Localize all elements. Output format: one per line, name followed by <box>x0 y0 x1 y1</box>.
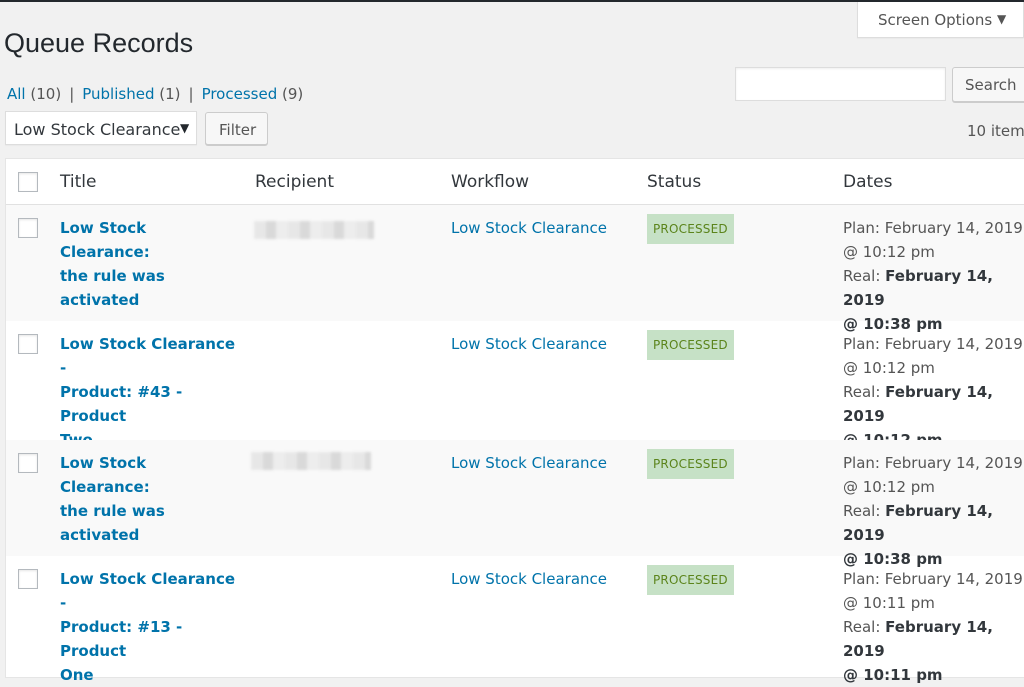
workflow-filter-select[interactable]: Low Stock Clearance ▼ <box>5 111 197 145</box>
view-all-link[interactable]: All (10) <box>7 85 61 103</box>
table-row: Low Stock Clearance: the rule was activat… <box>6 440 1024 568</box>
status-badge: PROCESSED <box>647 330 734 360</box>
record-title-link[interactable]: Low Stock Clearance - Product: #13 - Prod… <box>60 567 240 687</box>
select-all-checkbox[interactable] <box>18 172 38 192</box>
row-checkbox[interactable] <box>18 334 38 354</box>
table-row: Low Stock Clearance: the rule was activat… <box>6 205 1024 333</box>
screen-options-toggle[interactable]: Screen Options ▼ <box>857 2 1024 38</box>
caret-down-icon: ▼ <box>180 121 190 135</box>
record-title-link[interactable]: Low Stock Clearance: the rule was activat… <box>60 451 240 547</box>
status-badge: PROCESSED <box>647 449 734 479</box>
column-header-title[interactable]: Title <box>60 172 96 192</box>
column-header-workflow: Workflow <box>451 172 530 192</box>
filter-button[interactable]: Filter <box>205 112 268 145</box>
page-title: Queue Records <box>4 28 194 58</box>
items-count: 10 items <box>967 122 1024 140</box>
separator: | <box>69 85 75 103</box>
row-checkbox[interactable] <box>18 569 38 589</box>
screen-options-label: Screen Options <box>878 11 993 29</box>
workflow-link[interactable]: Low Stock Clearance <box>451 451 607 475</box>
queue-records-table: Title Recipient Workflow Status Dates Lo… <box>5 158 1024 684</box>
record-title-link[interactable]: Low Stock Clearance: the rule was activat… <box>60 216 240 312</box>
row-checkbox[interactable] <box>18 218 38 238</box>
column-header-dates: Dates <box>843 172 893 192</box>
row-checkbox[interactable] <box>18 453 38 473</box>
status-badge: PROCESSED <box>647 565 734 595</box>
view-filters: All (10) | Published (1) | Processed (9) <box>7 85 303 103</box>
view-published-link[interactable]: Published (1) <box>82 85 180 103</box>
table-row: Low Stock Clearance - Product: #13 - Prod… <box>6 556 1024 684</box>
workflow-link[interactable]: Low Stock Clearance <box>451 567 607 591</box>
separator: | <box>188 85 194 103</box>
search-input[interactable] <box>735 67 946 101</box>
table-header: Title Recipient Workflow Status Dates <box>6 159 1024 205</box>
record-dates: Plan: February 14, 2019 @ 10:12 pm Real:… <box>843 454 1023 568</box>
workflow-link[interactable]: Low Stock Clearance <box>451 216 607 240</box>
record-title-link[interactable]: Low Stock Clearance - Product: #43 - Prod… <box>60 332 240 452</box>
table-row: Low Stock Clearance - Product: #43 - Prod… <box>6 321 1024 449</box>
record-dates: Plan: February 14, 2019 @ 10:12 pm Real:… <box>843 219 1023 333</box>
recipient-redacted <box>251 452 371 470</box>
workflow-filter-value: Low Stock Clearance <box>14 120 181 139</box>
triangle-down-icon: ▼ <box>997 12 1007 26</box>
record-dates: Plan: February 14, 2019 @ 10:12 pm Real:… <box>843 335 1023 449</box>
recipient-redacted <box>254 221 374 239</box>
view-processed-link[interactable]: Processed (9) <box>202 85 304 103</box>
column-header-recipient: Recipient <box>255 172 334 192</box>
search-button[interactable]: Search <box>952 67 1024 102</box>
record-dates: Plan: February 14, 2019 @ 10:11 pm Real:… <box>843 570 1023 684</box>
status-badge: PROCESSED <box>647 214 734 244</box>
workflow-link[interactable]: Low Stock Clearance <box>451 332 607 356</box>
column-header-status: Status <box>647 172 702 192</box>
